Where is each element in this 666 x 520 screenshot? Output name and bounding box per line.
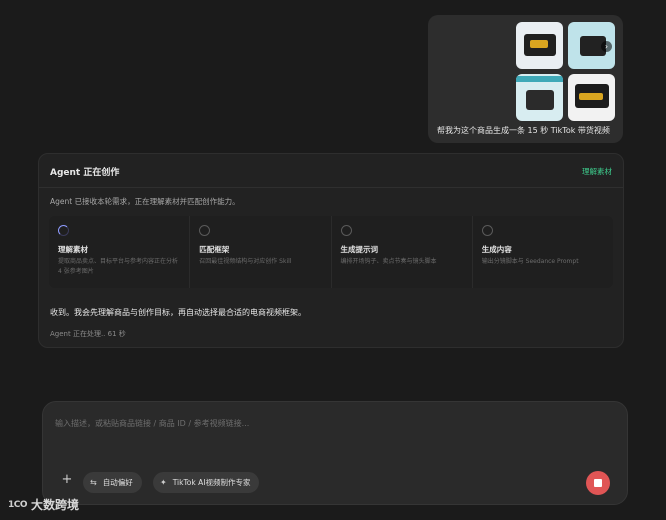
pending-circle-icon	[199, 225, 211, 236]
step-subtitle: 召回最佳视频结构与对应创作 Skill	[199, 258, 292, 265]
stop-generation-button[interactable]	[586, 471, 610, 495]
agent-processing-timer: Agent 正在处理.. 61 秒	[50, 330, 126, 338]
product-thumbnail-4[interactable]	[568, 74, 615, 121]
step-title: 匹配框架	[199, 245, 230, 254]
step-subtitle: 输出分镜脚本与 Seedance Prompt	[481, 258, 579, 265]
product-image-header	[516, 76, 563, 82]
agent-progress-card: Agent 正在创作 理解素材 Agent 已接收本轮需求，正在理解素材并匹配创…	[38, 153, 624, 348]
step-understand-material: 理解素材 提取商品卖点、目标平台与参考内容正在分析 4 张参考图片	[49, 216, 191, 288]
plus-icon: +	[61, 472, 73, 487]
agent-description: Agent 已接收本轮需求，正在理解素材并匹配创作能力。	[50, 197, 240, 206]
auto-preference-button[interactable]: ⇆ 自动偏好	[83, 472, 142, 493]
product-thumbnails: ›	[516, 22, 615, 121]
step-title: 生成内容	[481, 245, 512, 254]
agent-title: Agent 正在创作	[50, 168, 120, 178]
step-generate-content: 生成内容 输出分镜脚本与 Seedance Prompt	[472, 216, 613, 288]
step-generate-prompt: 生成提示词 编排开场钩子、卖点节奏与镜头脚本	[331, 216, 473, 288]
user-message-bubble: › 帮我为这个商品生成一条 15 秒 TikTok 带货视频	[428, 15, 623, 143]
pending-circle-icon	[481, 225, 493, 236]
step-subtitle: 提取商品卖点、目标平台与参考内容正在分析 4 张参考图片	[58, 258, 179, 275]
step-title: 生成提示词	[340, 245, 379, 254]
expert-skill-button[interactable]: ✦ TikTok AI视频制作专家	[153, 472, 260, 493]
stop-icon	[594, 479, 602, 487]
agent-status-label: 理解素材	[582, 167, 612, 176]
step-title: 理解素材	[58, 245, 88, 254]
watermark: 1CO 大数跨境	[8, 496, 79, 513]
product-thumbnail-2[interactable]: ›	[568, 22, 615, 69]
watermark-text: 大数跨境	[31, 498, 80, 512]
message-composer: + ⇆ 自动偏好 ✦ TikTok AI视频制作专家	[42, 401, 628, 505]
product-image	[526, 90, 554, 110]
watermark-logo: 1CO	[8, 499, 28, 510]
agent-steps: 理解素材 提取商品卖点、目标平台与参考内容正在分析 4 张参考图片 匹配框架 召…	[49, 216, 613, 288]
pending-circle-icon	[340, 225, 352, 236]
sliders-icon: ⇆	[90, 478, 97, 487]
prompt-input[interactable]	[55, 414, 615, 432]
step-match-framework: 匹配框架 召回最佳视频结构与对应创作 Skill	[190, 216, 332, 288]
step-subtitle: 编排开场钩子、卖点节奏与镜头脚本	[340, 258, 437, 265]
product-image-detail	[579, 93, 603, 100]
loading-spinner-icon	[58, 225, 69, 236]
user-message-text: 帮我为这个商品生成一条 15 秒 TikTok 带货视频	[437, 126, 610, 135]
product-thumbnail-3[interactable]	[516, 74, 563, 121]
product-image-detail	[530, 40, 548, 48]
arrow-right-icon[interactable]: ›	[601, 41, 612, 52]
add-attachment-button[interactable]: +	[59, 472, 75, 488]
product-thumbnail-1[interactable]	[516, 22, 563, 69]
chip-label: TikTok AI视频制作专家	[172, 478, 251, 487]
agent-card-header: Agent 正在创作 理解素材	[39, 154, 623, 188]
sparkle-icon: ✦	[160, 478, 167, 487]
chip-label: 自动偏好	[102, 478, 133, 487]
agent-message: 收到。我会先理解商品与创作目标，再自动选择最合适的电商视频框架。	[50, 308, 306, 317]
